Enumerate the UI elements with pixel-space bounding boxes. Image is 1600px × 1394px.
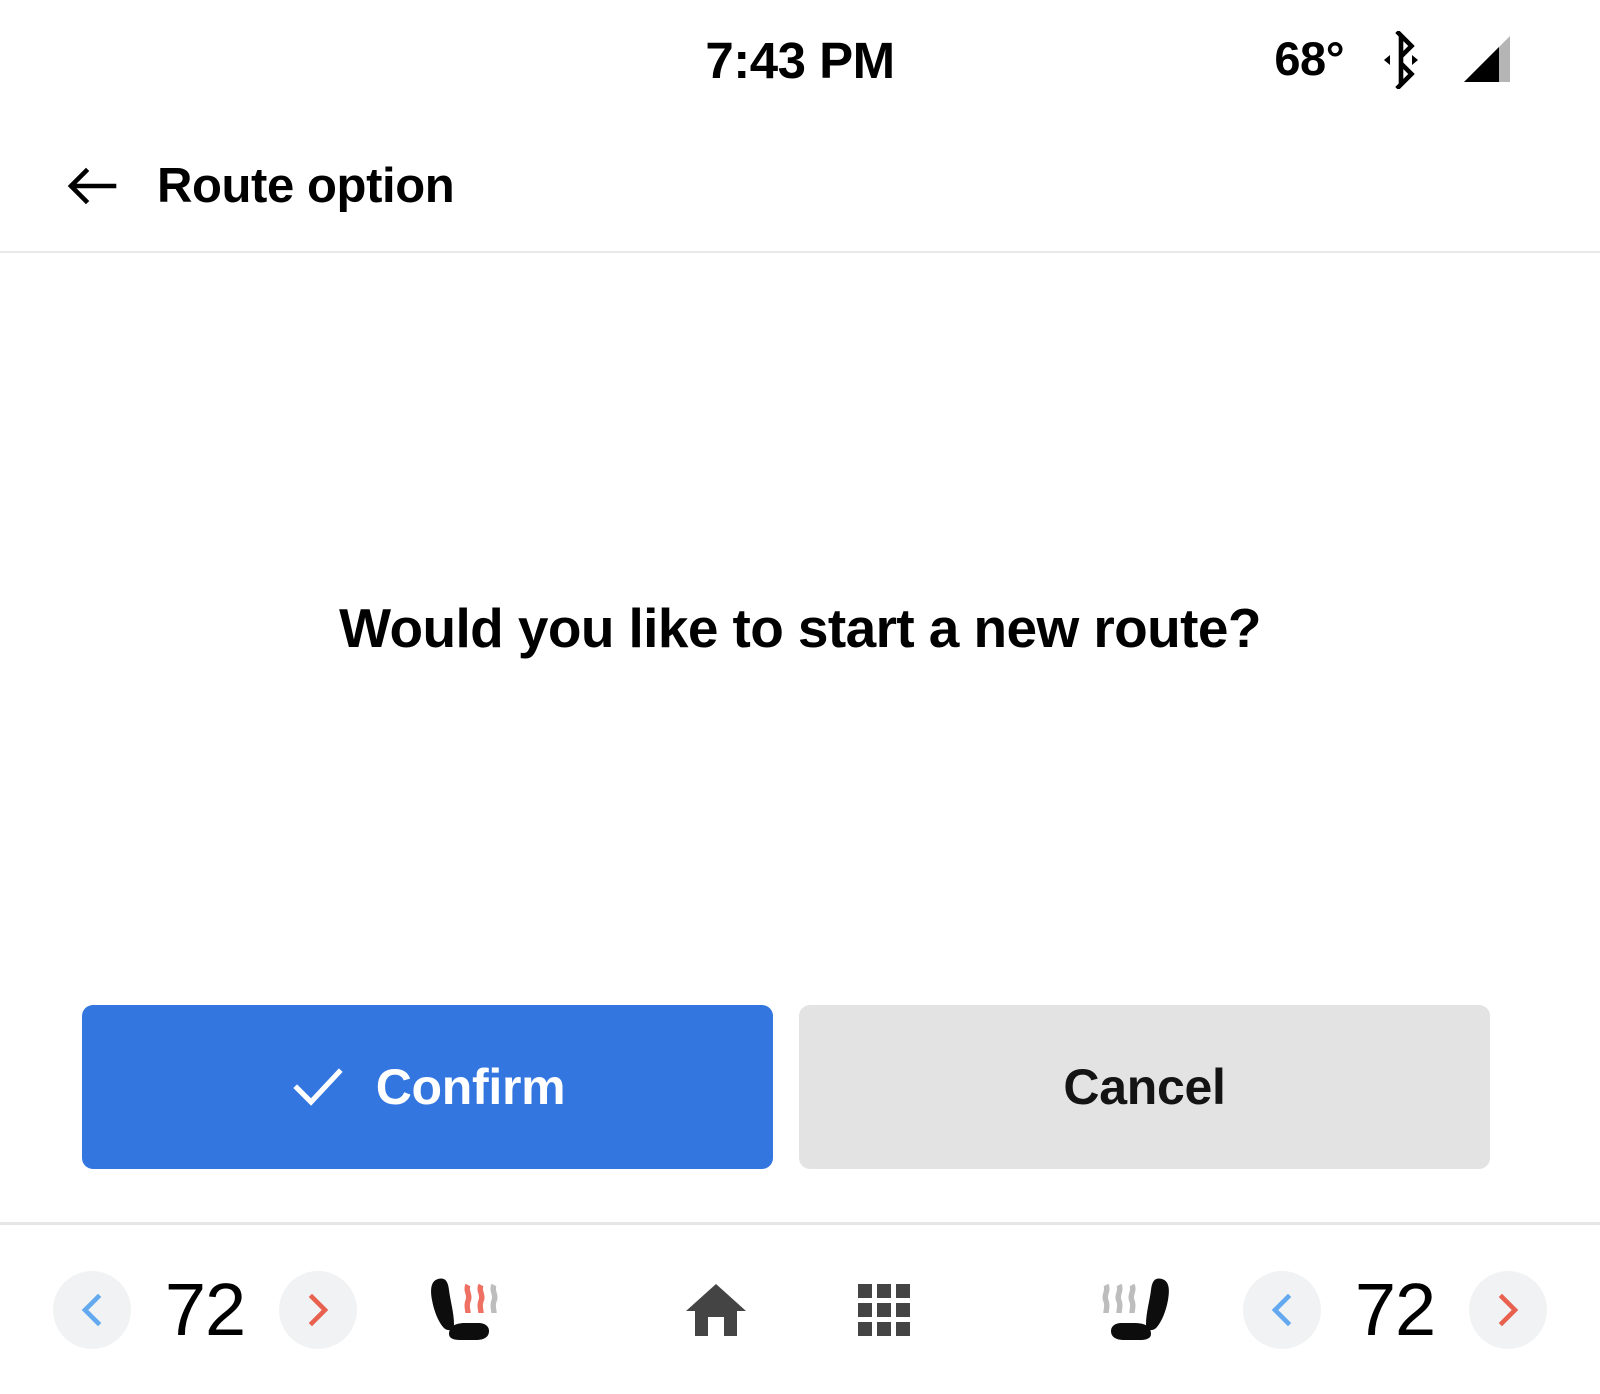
dialog-action-row: Confirm Cancel <box>82 1005 1490 1169</box>
driver-temp-increase-button[interactable] <box>279 1270 357 1349</box>
chevron-left-icon <box>75 1293 109 1327</box>
status-indicators: 68° <box>1274 0 1514 120</box>
home-button[interactable] <box>674 1268 758 1352</box>
signal-bars-icon <box>1458 32 1514 88</box>
cancel-button[interactable]: Cancel <box>799 1005 1490 1169</box>
passenger-temperature-value: 72 <box>1354 1267 1436 1351</box>
driver-temperature-value: 72 <box>164 1267 246 1351</box>
app-header: Route option <box>0 120 1600 252</box>
page-title: Route option <box>157 159 455 213</box>
passenger-temp-decrease-button[interactable] <box>1243 1270 1321 1349</box>
passenger-climate-group: 72 <box>1089 1262 1547 1358</box>
cancel-button-label: Cancel <box>1063 1059 1226 1115</box>
bluetooth-icon <box>1378 31 1424 89</box>
chevron-left-icon <box>1265 1293 1299 1327</box>
driver-temp-decrease-button[interactable] <box>53 1270 131 1349</box>
chevron-right-icon <box>301 1293 335 1327</box>
apps-button[interactable] <box>842 1268 926 1352</box>
outside-temperature: 68° <box>1274 31 1344 85</box>
apps-grid-icon <box>854 1280 914 1340</box>
heated-seat-icon <box>1094 1267 1184 1353</box>
route-option-dialog: Would you like to start a new route? Con… <box>0 253 1600 1222</box>
center-nav-group <box>511 1268 1089 1352</box>
status-bar: 7:43 PM 68° <box>0 0 1600 120</box>
climate-control-bar: 72 72 <box>0 1225 1600 1394</box>
check-icon <box>290 1059 346 1115</box>
driver-climate-group: 72 <box>53 1262 511 1358</box>
back-button[interactable] <box>60 154 124 218</box>
heated-seat-icon <box>416 1267 506 1353</box>
confirm-button-label: Confirm <box>375 1059 566 1115</box>
home-icon <box>684 1280 748 1340</box>
chevron-right-icon <box>1491 1293 1525 1327</box>
confirm-button[interactable]: Confirm <box>82 1005 773 1169</box>
passenger-temp-increase-button[interactable] <box>1469 1270 1547 1349</box>
dialog-question-text: Would you like to start a new route? <box>339 597 1261 659</box>
back-arrow-icon <box>66 160 118 212</box>
passenger-heated-seat-button[interactable] <box>1089 1262 1189 1358</box>
driver-heated-seat-button[interactable] <box>411 1262 511 1358</box>
